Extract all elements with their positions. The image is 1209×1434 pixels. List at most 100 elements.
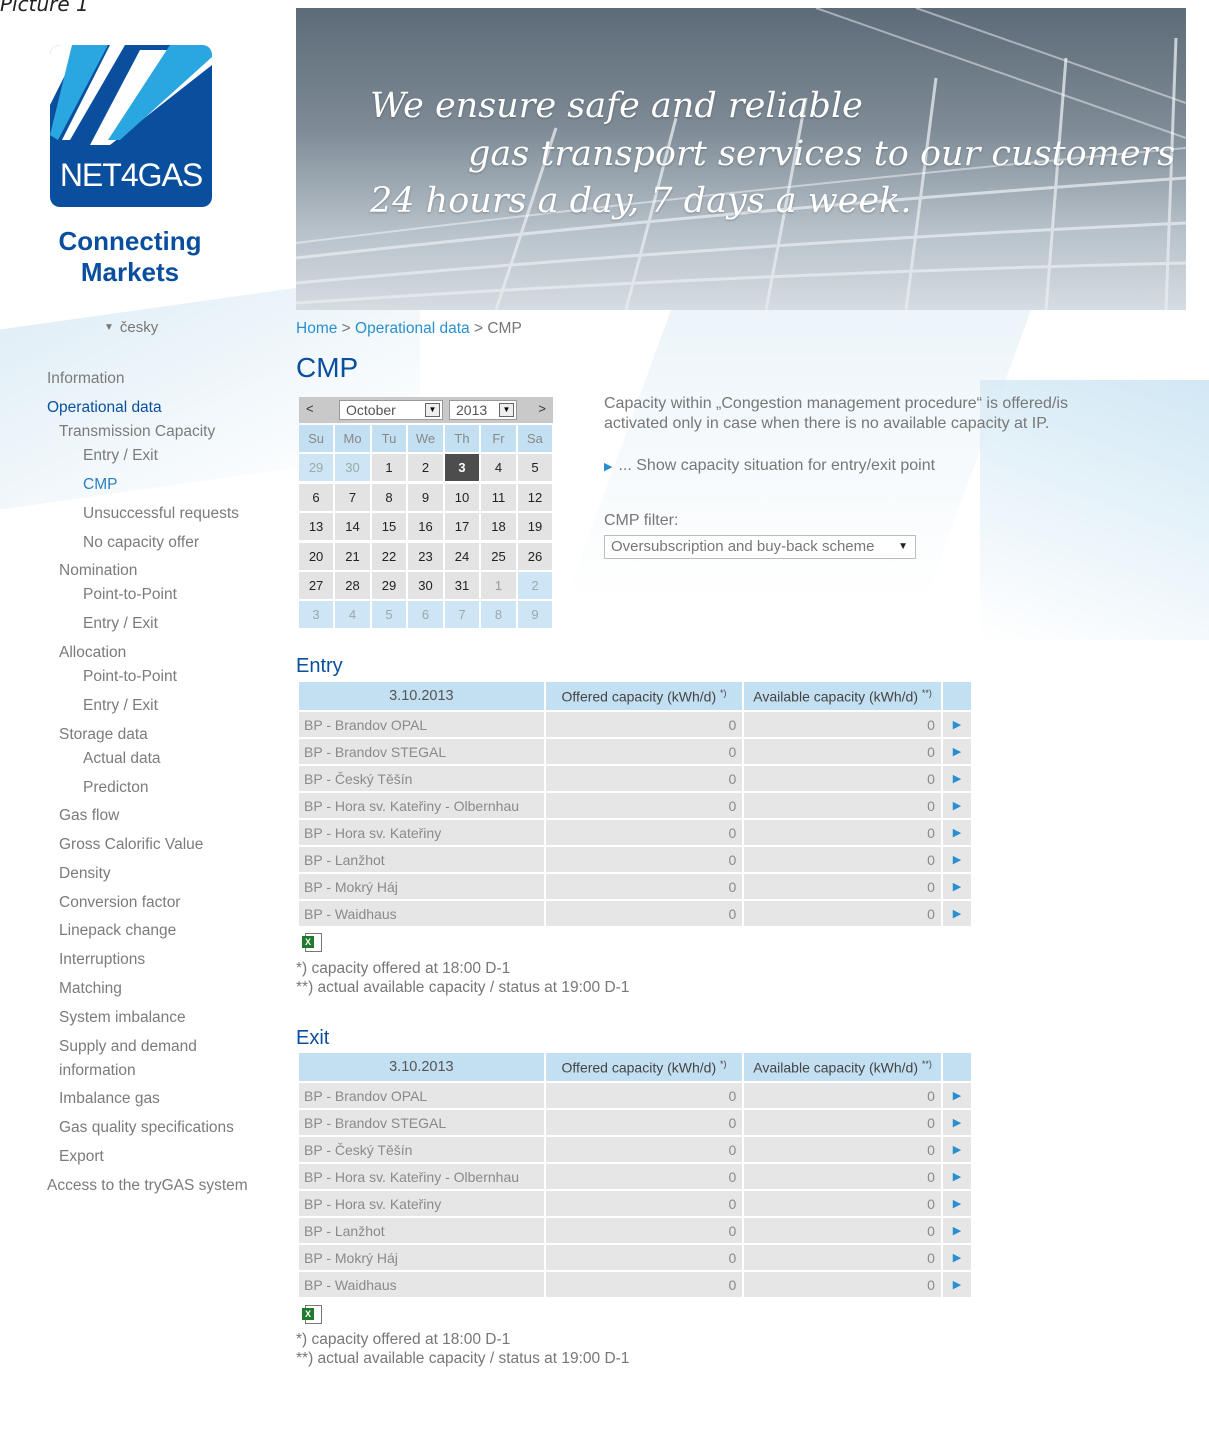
calendar-day[interactable]: 31 (444, 571, 480, 599)
nav-item-operational-data[interactable]: Operational data (47, 399, 162, 417)
calendar-day[interactable]: 19 (517, 513, 552, 541)
calendar-day[interactable]: 7 (335, 483, 370, 511)
excel-export-icon[interactable]: X (302, 1305, 324, 1325)
calendar-day[interactable]: 25 (481, 542, 516, 570)
net4gas-logo[interactable]: NET4GAS (50, 45, 212, 207)
breadcrumb-home[interactable]: Home (296, 320, 337, 337)
nav-item-information[interactable]: Information (47, 370, 125, 388)
calendar-day[interactable]: 1 (371, 454, 407, 482)
nav-item-cmp[interactable]: CMP (83, 476, 117, 494)
calendar-day[interactable]: 30 (335, 454, 370, 482)
nav-item-export[interactable]: Export (59, 1148, 104, 1166)
calendar-day[interactable]: 11 (481, 483, 516, 511)
nav-item-conversion-factor[interactable]: Conversion factor (59, 894, 180, 912)
nav-item-system-imbalance[interactable]: System imbalance (59, 1009, 186, 1027)
month-select[interactable]: October ▼ (339, 400, 443, 420)
calendar-day[interactable]: 9 (517, 601, 552, 629)
nav-item-access-trygas[interactable]: Access to the tryGAS system (47, 1177, 248, 1195)
calendar-prev-button[interactable]: < (306, 401, 314, 416)
calendar-day[interactable]: 29 (371, 571, 407, 599)
nav-item-nomination[interactable]: Nomination (59, 562, 137, 580)
calendar-day[interactable]: 15 (371, 513, 407, 541)
row-detail-arrow-icon[interactable]: ▶ (942, 1191, 971, 1216)
nav-item-storage-data[interactable]: Storage data (59, 726, 148, 744)
nav-item-supply-and-demand[interactable]: Supply and demand (59, 1038, 197, 1056)
row-detail-arrow-icon[interactable]: ▶ (942, 1137, 971, 1162)
language-switch[interactable]: ▼ česky (104, 319, 158, 336)
calendar-day[interactable]: 8 (481, 601, 516, 629)
excel-export-icon[interactable]: X (302, 933, 324, 953)
nav-item-matching[interactable]: Matching (59, 980, 122, 998)
calendar-day[interactable]: 14 (335, 513, 370, 541)
calendar-day[interactable]: 9 (408, 483, 443, 511)
nav-item-actual-data[interactable]: Actual data (83, 750, 161, 768)
calendar-day[interactable]: 8 (371, 483, 407, 511)
row-detail-arrow-icon[interactable]: ▶ (942, 901, 971, 926)
nav-item-imbalance-gas[interactable]: Imbalance gas (59, 1090, 160, 1108)
calendar-day[interactable]: 26 (517, 542, 552, 570)
row-detail-arrow-icon[interactable]: ▶ (942, 1164, 971, 1189)
show-capacity-link[interactable]: ▶ ... Show capacity situation for entry/e… (604, 457, 935, 475)
calendar-day[interactable]: 20 (299, 542, 334, 570)
breadcrumb-operational-data[interactable]: Operational data (355, 320, 470, 337)
calendar-day[interactable]: 27 (299, 571, 334, 599)
calendar-day[interactable]: 2 (517, 571, 552, 599)
row-detail-arrow-icon[interactable]: ▶ (942, 874, 971, 899)
calendar-day[interactable]: 13 (299, 513, 334, 541)
calendar-day[interactable]: 10 (444, 483, 480, 511)
nav-item-gas-quality-specifications[interactable]: Gas quality specifications (59, 1119, 234, 1137)
calendar-day[interactable]: 28 (335, 571, 370, 599)
nav-item-gross-calorific-value[interactable]: Gross Calorific Value (59, 836, 203, 854)
nav-item-predicton[interactable]: Predicton (83, 779, 148, 797)
nav-item-nomination-entry-exit[interactable]: Entry / Exit (83, 615, 158, 633)
nav-item-supply-and-demand-cont[interactable]: information (59, 1062, 136, 1080)
row-detail-arrow-icon[interactable]: ▶ (942, 1110, 971, 1135)
row-detail-arrow-icon[interactable]: ▶ (942, 712, 971, 737)
nav-item-entry-exit[interactable]: Entry / Exit (83, 447, 158, 465)
calendar-day[interactable]: 12 (517, 483, 552, 511)
cmp-filter-select[interactable]: Oversubscription and buy-back scheme ▼ (604, 535, 916, 559)
calendar-day[interactable]: 18 (481, 513, 516, 541)
calendar-day[interactable]: 23 (408, 542, 443, 570)
calendar-day[interactable]: 2 (408, 454, 443, 482)
nav-item-interruptions[interactable]: Interruptions (59, 951, 145, 969)
row-detail-arrow-icon[interactable]: ▶ (942, 1245, 971, 1270)
calendar-day[interactable]: 5 (371, 601, 407, 629)
row-detail-arrow-icon[interactable]: ▶ (942, 1272, 971, 1297)
nav-item-nomination-point-to-point[interactable]: Point-to-Point (83, 586, 177, 604)
nav-item-gas-flow[interactable]: Gas flow (59, 807, 119, 825)
calendar-day[interactable]: 4 (481, 454, 516, 482)
calendar-day[interactable]: 30 (408, 571, 443, 599)
calendar-day[interactable]: 22 (371, 542, 407, 570)
calendar-day-selected[interactable]: 3 (444, 454, 480, 482)
row-detail-arrow-icon[interactable]: ▶ (942, 1218, 971, 1243)
calendar-next-button[interactable]: > (538, 401, 546, 416)
row-detail-arrow-icon[interactable]: ▶ (942, 739, 971, 764)
calendar-day[interactable]: 7 (444, 601, 480, 629)
calendar-day[interactable]: 24 (444, 542, 480, 570)
nav-item-allocation-entry-exit[interactable]: Entry / Exit (83, 697, 158, 715)
row-detail-arrow-icon[interactable]: ▶ (942, 820, 971, 845)
calendar-day[interactable]: 21 (335, 542, 370, 570)
calendar-day[interactable]: 6 (408, 601, 443, 629)
calendar-day[interactable]: 29 (299, 454, 334, 482)
calendar-day[interactable]: 4 (335, 601, 370, 629)
nav-item-unsuccessful-requests[interactable]: Unsuccessful requests (83, 505, 239, 523)
row-detail-arrow-icon[interactable]: ▶ (942, 847, 971, 872)
nav-item-density[interactable]: Density (59, 865, 111, 883)
nav-item-allocation[interactable]: Allocation (59, 644, 126, 662)
nav-item-linepack-change[interactable]: Linepack change (59, 922, 176, 940)
year-select[interactable]: 2013 ▼ (449, 400, 517, 420)
nav-item-allocation-point-to-point[interactable]: Point-to-Point (83, 668, 177, 686)
calendar-day[interactable]: 5 (517, 454, 552, 482)
calendar-day[interactable]: 17 (444, 513, 480, 541)
calendar-day[interactable]: 1 (481, 571, 516, 599)
calendar-day[interactable]: 16 (408, 513, 443, 541)
nav-item-no-capacity-offer[interactable]: No capacity offer (83, 534, 199, 552)
calendar-day[interactable]: 6 (299, 483, 334, 511)
row-detail-arrow-icon[interactable]: ▶ (942, 1083, 971, 1108)
nav-item-transmission-capacity[interactable]: Transmission Capacity (59, 423, 215, 441)
calendar-day[interactable]: 3 (299, 601, 334, 629)
row-detail-arrow-icon[interactable]: ▶ (942, 766, 971, 791)
row-detail-arrow-icon[interactable]: ▶ (942, 793, 971, 818)
